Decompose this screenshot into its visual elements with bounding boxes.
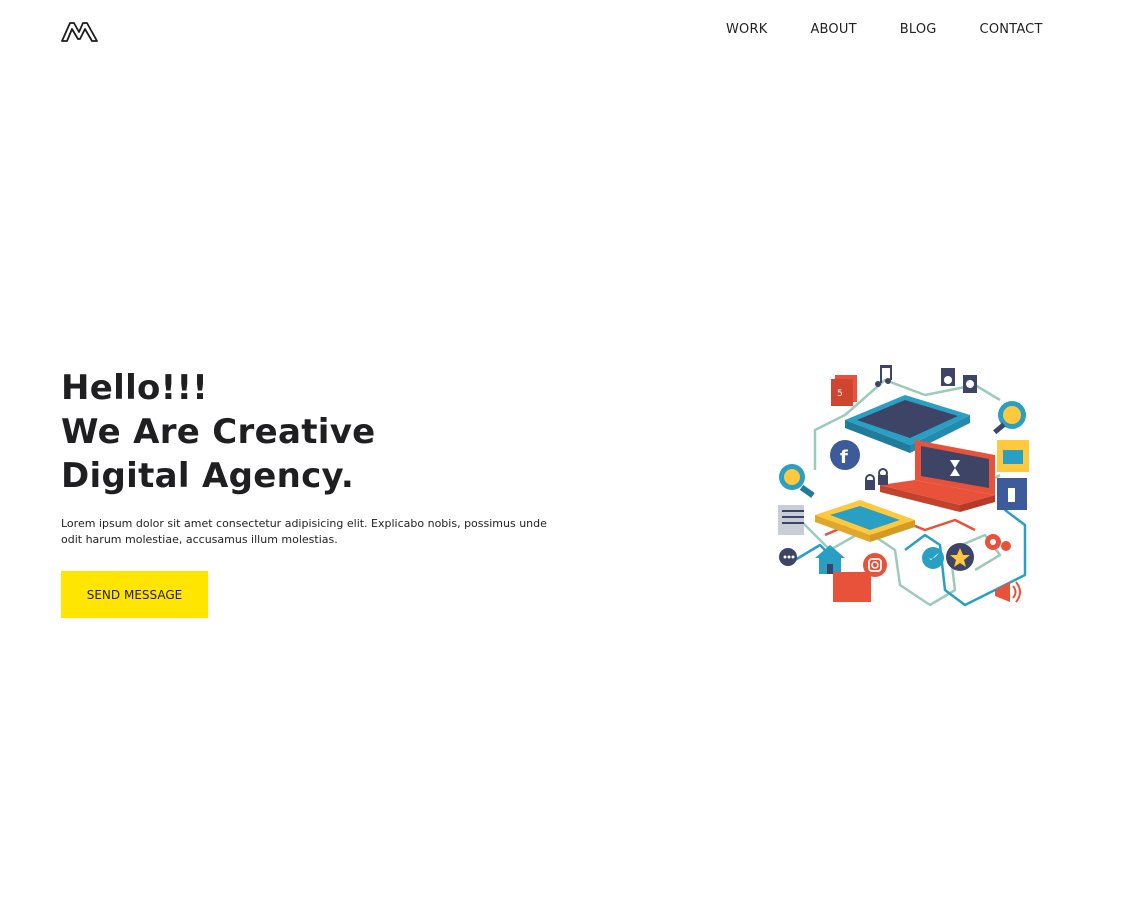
- hero-title-line: Digital Agency.: [61, 456, 355, 496]
- main-nav: WORK ABOUT BLOG CONTACT: [726, 22, 1043, 38]
- nav-blog-link[interactable]: BLOG: [900, 22, 937, 38]
- document-icon: [778, 505, 804, 535]
- hero-description: Lorem ipsum dolor sit amet consectetur a…: [61, 517, 547, 546]
- send-message-button[interactable]: SEND MESSAGE: [61, 571, 208, 618]
- chat-icon: [779, 548, 797, 566]
- html5-icon: 5: [831, 375, 857, 406]
- phone-icon: [815, 500, 915, 542]
- thumbs-up-icon: [997, 478, 1027, 510]
- gear-icon: [985, 534, 1011, 551]
- music-note-icon: [875, 365, 892, 387]
- nav-about-link[interactable]: ABOUT: [810, 22, 856, 38]
- twitter-icon: [922, 547, 944, 569]
- search-plus-icon: [993, 401, 1026, 435]
- laptop-icon: [880, 440, 995, 512]
- svg-text:5: 5: [837, 389, 843, 399]
- digital-agency-illustration: 5 f: [778, 365, 1029, 607]
- home-icon: [815, 545, 845, 574]
- facebook-icon: f: [830, 440, 860, 470]
- m-logo-icon[interactable]: [61, 20, 98, 43]
- search-minus-icon: [779, 464, 815, 498]
- megaphone-icon: [995, 581, 1021, 603]
- svg-text:f: f: [840, 447, 848, 468]
- hero-title: Hello!!! We Are Creative Digital Agency.: [61, 366, 376, 498]
- tablet-icon: [845, 395, 970, 453]
- nav-contact-link[interactable]: CONTACT: [980, 22, 1043, 38]
- hero-title-line: We Are Creative: [61, 412, 376, 452]
- email-icon: [997, 440, 1029, 472]
- nav-work-link[interactable]: WORK: [726, 22, 767, 38]
- star-icon: [946, 543, 974, 571]
- hero-title-line: Hello!!!: [61, 368, 209, 408]
